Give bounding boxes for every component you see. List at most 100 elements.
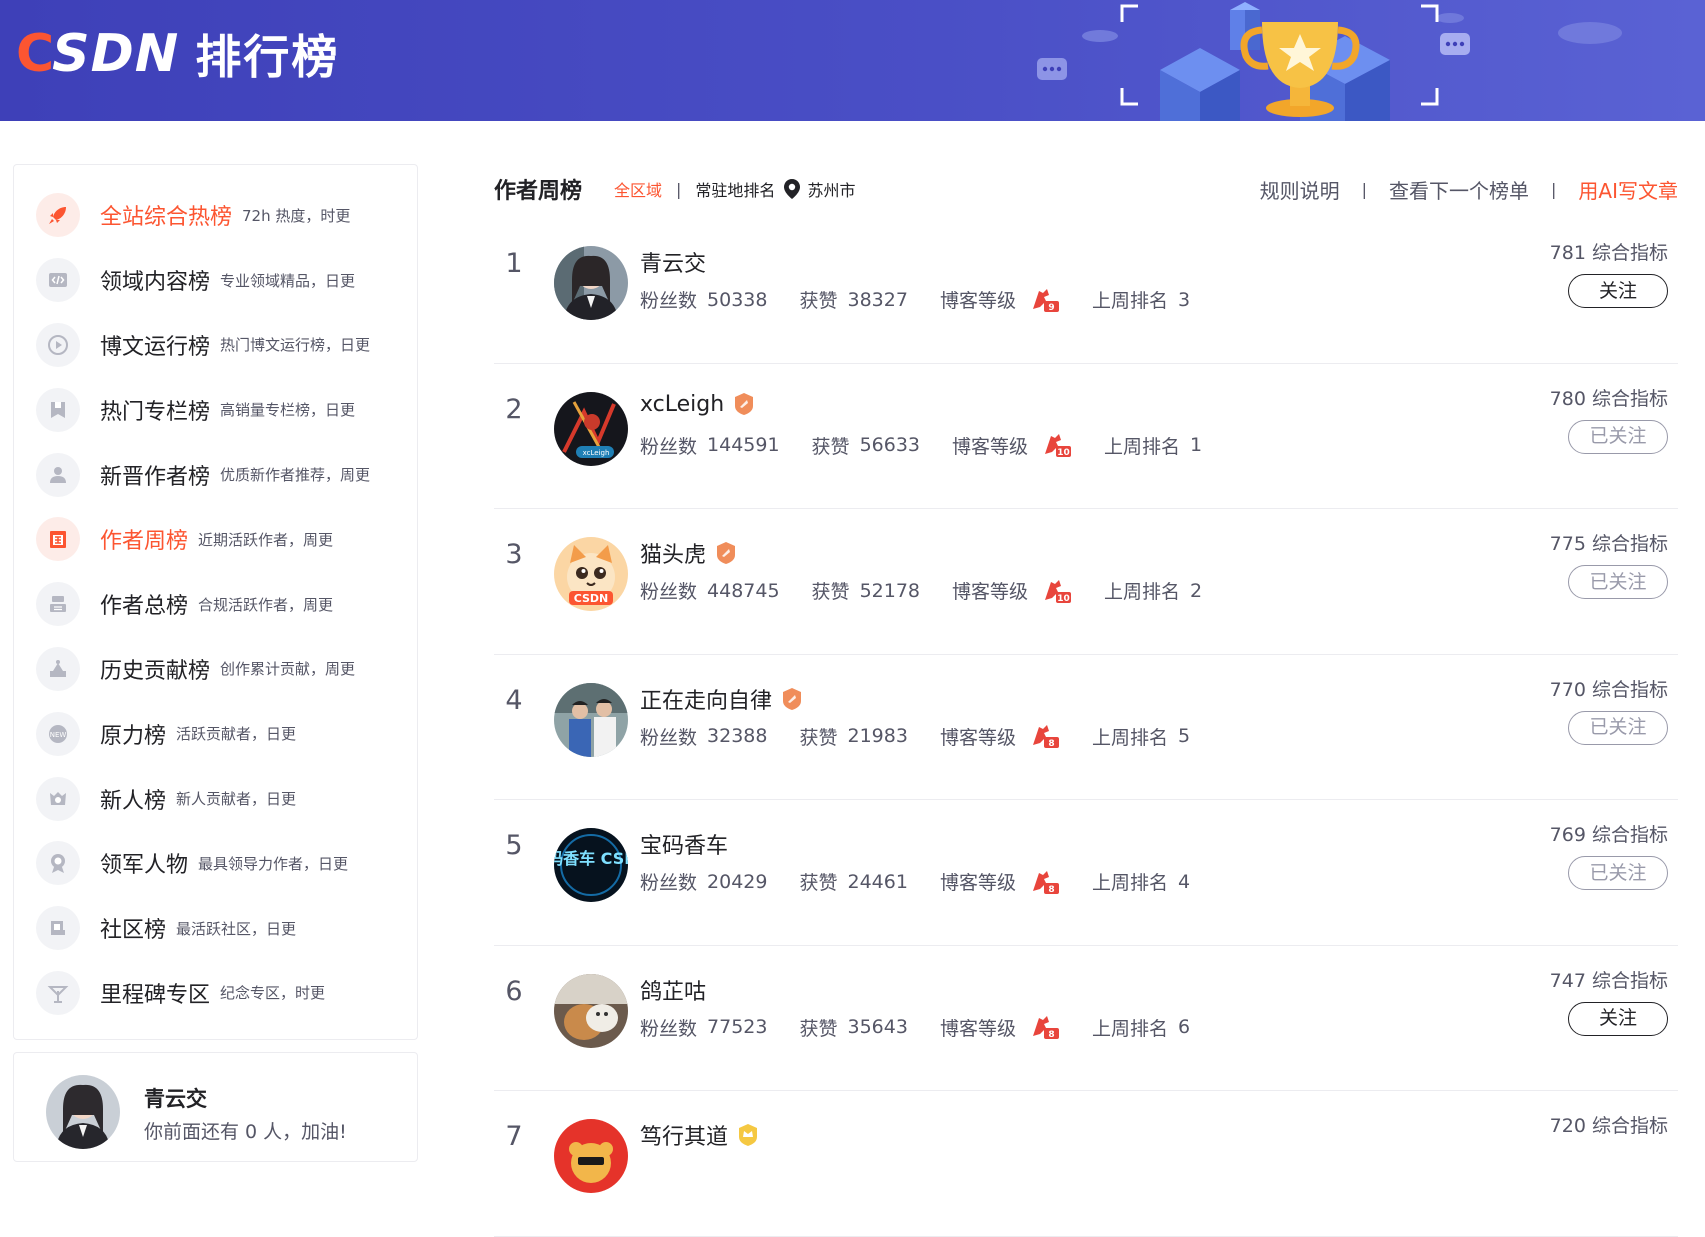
likes-count: 21983 [847,725,908,747]
list-toolbar: 作者周榜 全区域 | 常驻地排名 苏州市 规则说明 | 查看下一个榜单 | 用A… [494,160,1678,218]
likes-count: 24461 [847,870,908,893]
author-avatar[interactable]: xcLeigh [554,391,628,466]
medal-icon [36,841,80,886]
fans-label: 粉丝数 [640,581,698,603]
rank-row: 4 正在走向自律 粉丝数 32388 获赞 21983 博客等级 8 上周排名 … [494,655,1678,800]
sidebar-item-bookmark[interactable]: 热门专栏榜 高销量专栏榜，日更 [14,377,417,442]
author-name-link[interactable]: 青云交 [640,246,706,278]
power-icon: NEW [36,711,80,756]
svg-text:NEW: NEW [50,731,67,739]
composite-score: 770 综合指标 [1550,675,1668,702]
rocket-icon [36,193,80,238]
score-suffix: 综合指标 [1591,824,1668,846]
sidebar-item-label: 领域内容榜 [100,270,211,296]
milestone-icon [36,970,80,1015]
separator: | [1361,179,1368,199]
last-week-rank: 5 [1177,725,1191,747]
sidebar: 全站综合热榜 72h 热度，时更 领域内容榜 专业领域精品，日更 博文运行榜 热… [13,164,418,1040]
author-avatar[interactable] [554,682,628,757]
sidebar-item-desc: 近期活跃作者，周更 [198,530,334,549]
last-week-label: 上周排名 [1091,726,1168,749]
rank-row: 5 宝码香车 CSDN 宝码香车 粉丝数 20429 获赞 24461 博客等级… [494,800,1678,946]
sidebar-item-community[interactable]: 社区榜 最活跃社区，日更 [14,896,417,961]
author-name-link[interactable]: 正在走向自律 [640,683,804,715]
rank-row: 2 xcLeigh xcLeigh 粉丝数 144591 获赞 56633 博客… [494,364,1678,509]
followed-button[interactable]: 已关注 [1568,856,1668,890]
sidebar-item-newbie[interactable]: 新人榜 新人贡献者，日更 [14,766,417,831]
followed-button[interactable]: 已关注 [1568,710,1668,745]
fans-count: 144591 [707,434,780,456]
fans-count: 448745 [707,579,780,602]
fans-count: 77523 [707,1016,768,1038]
sidebar-item-user[interactable]: 新晋作者榜 优质新作者推荐，周更 [14,442,417,507]
sidebar-item-label: 新人榜 [100,788,167,814]
sidebar-item-desc: 新人贡献者，日更 [176,790,297,809]
fans-label: 粉丝数 [640,435,698,458]
author-stats: 粉丝数 448745 获赞 52178 博客等级 10 上周排名 2 [640,577,1234,604]
sidebar-item-milestone[interactable]: 里程碑专区 纪念专区，时更 [14,961,417,1026]
rank-number: 7 [505,1121,523,1152]
follow-button[interactable]: 关注 [1568,1001,1668,1036]
last-week-rank: 6 [1177,1016,1191,1038]
sidebar-item-power[interactable]: NEW 原力榜 活跃贡献者，日更 [14,701,417,766]
location-pin-icon [783,178,801,200]
blog-level-icon: 8 [1030,723,1060,749]
author-badge-icon [714,541,738,565]
toolbar-links: 规则说明 | 查看下一个榜单 | 用AI写文章 [1260,160,1678,218]
page-title: 排行榜 [195,30,340,84]
score-suffix: 综合指标 [1591,969,1668,992]
score-suffix: 综合指标 [1591,1115,1668,1137]
author-avatar[interactable]: 宝码香车 CSDN [554,828,628,902]
last-week-label: 上周排名 [1091,1017,1168,1040]
city-name[interactable]: 苏州市 [807,177,855,201]
author-avatar[interactable] [554,1119,628,1193]
likes-count: 52178 [859,579,921,602]
play-icon [36,322,80,367]
gold-badge-icon [736,1123,760,1147]
sidebar-item-rocket[interactable]: 全站综合热榜 72h 热度，时更 [14,183,417,248]
sidebar-item-desc: 最具领导力作者，日更 [198,854,349,873]
author-name-link[interactable]: 笃行其道 [640,1119,760,1151]
score-suffix: 综合指标 [1591,533,1668,555]
sidebar-item-medal[interactable]: 领军人物 最具领导力作者，日更 [14,831,417,896]
csdn-logo[interactable]: C SDN 排行榜 [16,22,339,86]
sidebar-item-play[interactable]: 博文运行榜 热门博文运行榜，日更 [14,313,417,378]
sidebar-item-calendar[interactable]: 作者周榜 近期活跃作者，周更 [14,507,417,572]
fans-count: 50338 [707,288,768,311]
community-icon [36,906,80,951]
region-filter-all[interactable]: 全区域 [614,177,662,201]
sidebar-item-group[interactable]: 作者总榜 合规活跃作者，周更 [14,572,417,637]
author-name-link[interactable]: 鸽芷咕 [640,974,706,1006]
followed-button[interactable]: 已关注 [1568,419,1668,454]
next-list-link[interactable]: 查看下一个榜单 [1389,175,1529,204]
sidebar-item-label: 全站综合热榜 [100,205,233,231]
rules-link[interactable]: 规则说明 [1260,175,1340,204]
ai-write-link[interactable]: 用AI写文章 [1578,175,1678,204]
my-name: 青云交 [144,1087,207,1111]
my-rank-card[interactable]: 青云交 你前面还有 0 人，加油! [13,1052,418,1162]
sidebar-item-desc: 优质新作者推荐，周更 [220,466,371,485]
author-avatar[interactable]: CSDN [554,537,628,611]
local-rank-filter[interactable]: 常驻地排名 [695,177,775,201]
score-suffix: 综合指标 [1591,678,1668,701]
sidebar-item-desc: 72h 热度，时更 [242,206,351,225]
ranking-panel: 作者周榜 全区域 | 常驻地排名 苏州市 规则说明 | 查看下一个榜单 | 用A… [494,160,1678,1237]
rank-row: 6 鸽芷咕 粉丝数 77523 获赞 35643 博客等级 8 上周排名 6 7… [494,946,1678,1091]
follow-button[interactable]: 关注 [1568,274,1668,308]
last-week-label: 上周排名 [1104,581,1181,603]
avatar-label: xcLeigh [583,449,610,457]
sidebar-item-desc: 高销量专栏榜，日更 [220,401,356,420]
likes-label: 获赞 [799,290,838,312]
my-avatar[interactable] [46,1075,120,1149]
sidebar-item-history[interactable]: 历史贡献榜 创作累计贡献，周更 [14,637,417,702]
sidebar-item-code[interactable]: 领域内容榜 专业领域精品，日更 [14,248,417,313]
avatar-label: 宝码香车 CSDN [554,849,628,868]
rank-number: 2 [505,393,523,425]
author-name-link[interactable]: 宝码香车 [640,828,728,860]
author-name-link[interactable]: 猫头虎 [640,537,738,569]
author-avatar[interactable] [554,246,628,320]
followed-button[interactable]: 已关注 [1568,565,1668,599]
bookmark-icon [36,387,80,432]
author-avatar[interactable] [554,973,628,1048]
author-name-link[interactable]: xcLeigh [640,392,756,417]
